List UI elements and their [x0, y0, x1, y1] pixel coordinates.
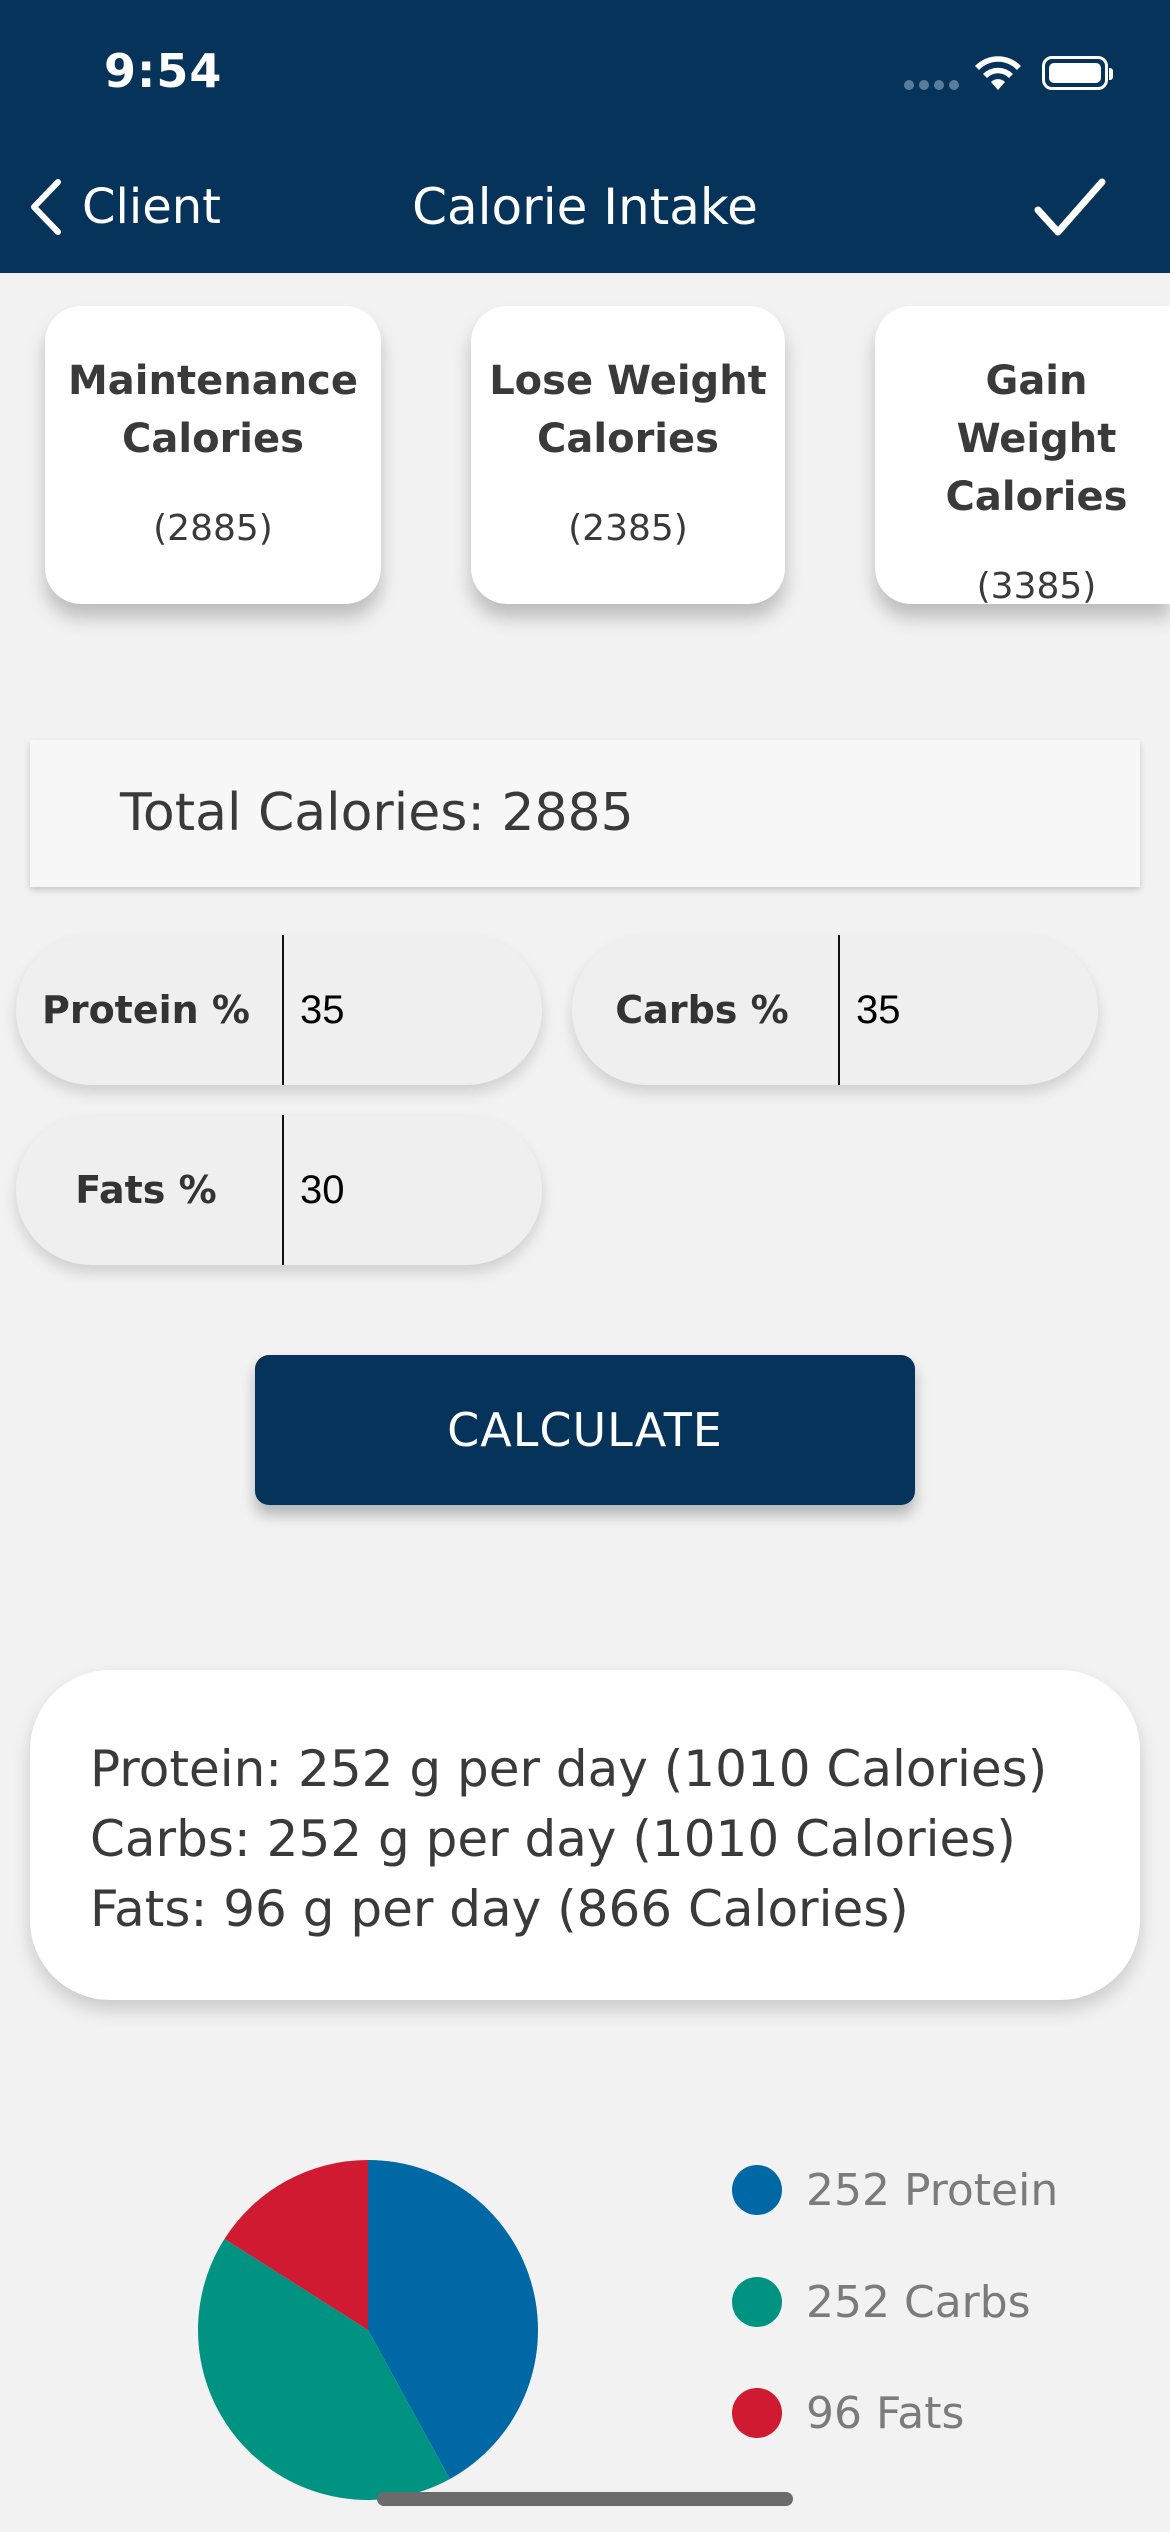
card-value: (2385) — [568, 508, 688, 549]
macro-pie-chart — [198, 2160, 538, 2500]
protein-result: Protein: 252 g per day (1010 Calories) — [90, 1740, 1048, 1798]
fats-input[interactable]: 30 — [300, 1115, 500, 1265]
maintenance-calories-card[interactable]: Maintenance Calories (2885) — [45, 306, 381, 604]
total-calories: Total Calories: 2885 — [30, 740, 1140, 887]
calculate-button[interactable]: CALCULATE — [255, 1355, 915, 1505]
fats-label: Fats % — [75, 1168, 217, 1212]
divider — [282, 1115, 284, 1265]
gain-weight-calories-card[interactable]: Gain Weight Calories (3385) — [875, 306, 1170, 607]
navigation-bar: 9:54 Client Calorie Intake — [0, 0, 1170, 273]
page-title: Calorie Intake — [412, 178, 758, 236]
protein-percent-field: Protein % 35 — [16, 935, 542, 1085]
fats-result: Fats: 96 g per day (866 Calories) — [90, 1880, 909, 1938]
legend-protein: 252 Protein — [732, 2160, 1058, 2220]
carbs-input[interactable]: 35 — [856, 935, 1056, 1085]
carbs-percent-field: Carbs % 35 — [572, 935, 1098, 1085]
checkmark-icon[interactable] — [1030, 172, 1110, 244]
cellular-signal-icon — [904, 80, 960, 92]
divider — [282, 935, 284, 1085]
lose-weight-calories-card[interactable]: Lose Weight Calories (2385) — [471, 306, 785, 604]
status-time: 9:54 — [104, 44, 223, 98]
legend-label: 252 Carbs — [806, 2276, 1031, 2328]
legend-fats: 96 Fats — [732, 2383, 964, 2443]
carbs-label: Carbs % — [615, 988, 789, 1032]
card-title: Maintenance Calories — [67, 358, 359, 462]
legend-dot — [732, 2388, 782, 2438]
card-value: (2885) — [153, 508, 273, 549]
carbs-result: Carbs: 252 g per day (1010 Calories) — [90, 1810, 1016, 1868]
legend-carbs: 252 Carbs — [732, 2272, 1031, 2332]
wifi-icon — [975, 56, 1021, 90]
protein-label: Protein % — [41, 988, 251, 1032]
results-card: Protein: 252 g per day (1010 Calories) C… — [30, 1670, 1140, 2000]
card-title: Lose Weight Calories — [489, 358, 767, 462]
legend-label: 252 Protein — [806, 2164, 1059, 2216]
legend-dot — [732, 2165, 782, 2215]
home-indicator — [377, 2492, 793, 2506]
card-value: (3385) — [976, 566, 1097, 607]
divider — [838, 935, 840, 1085]
fats-percent-field: Fats % 30 — [16, 1115, 542, 1265]
legend-label: 96 Fats — [806, 2387, 965, 2439]
legend-dot — [732, 2277, 782, 2327]
card-title: Gain Weight Calories — [945, 358, 1128, 520]
battery-icon — [1042, 56, 1113, 90]
protein-input[interactable]: 35 — [300, 935, 500, 1085]
